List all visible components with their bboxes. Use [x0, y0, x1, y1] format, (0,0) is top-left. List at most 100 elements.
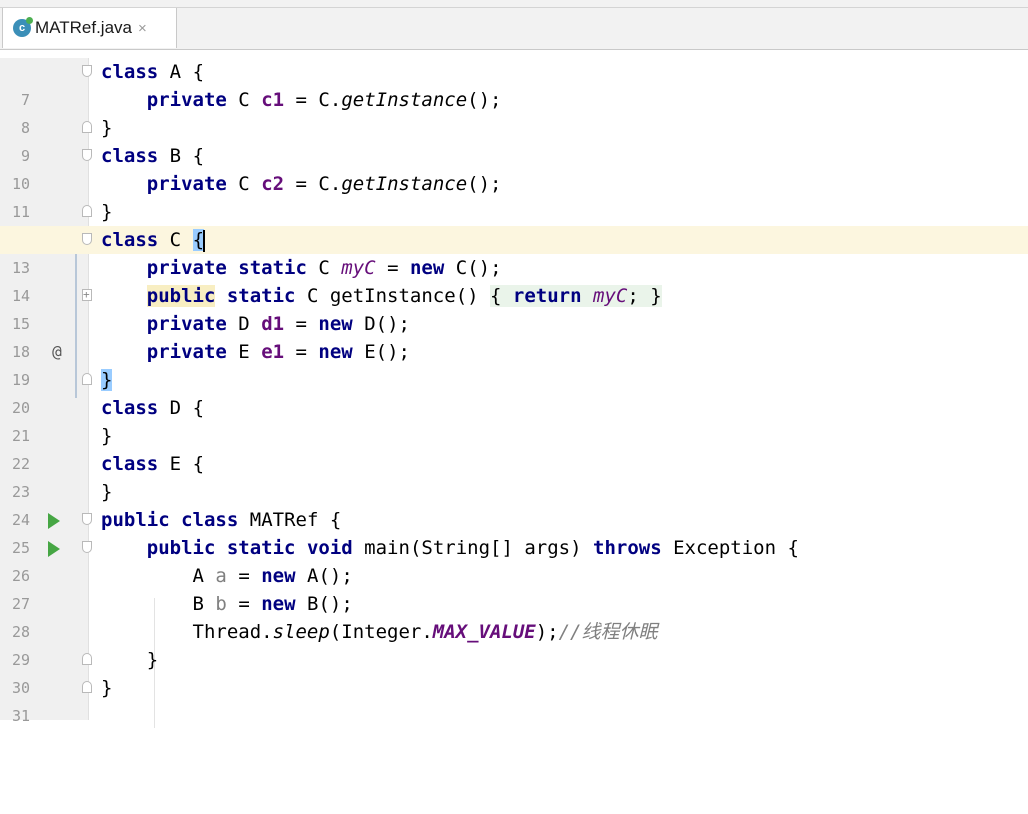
fold-marker[interactable]: [82, 205, 92, 217]
code-line[interactable]: 11 private C c2 = C.getInstance();: [0, 170, 1028, 221]
brace: {: [192, 61, 205, 83]
keyword: new: [261, 593, 296, 615]
call-parens: ();: [375, 341, 410, 363]
operator: =: [284, 173, 319, 195]
code-line[interactable]: 19 private E e1 = new E();: [0, 338, 1028, 389]
field-name: e1: [261, 341, 285, 363]
folded-region[interactable]: { return myC; }: [490, 285, 662, 307]
code-line[interactable]: 14 private static C myC = new C();: [0, 254, 1028, 305]
type-name: Exception: [673, 537, 777, 559]
brace: {: [329, 509, 342, 531]
class-name: D: [169, 397, 182, 419]
editor-tab-bar: c MATRef.java ×: [0, 0, 1028, 50]
keyword: class: [101, 145, 159, 167]
type-name: A: [306, 565, 319, 587]
java-class-icon: c: [13, 17, 33, 37]
type-name: C: [455, 257, 468, 279]
fold-marker[interactable]: [82, 541, 92, 553]
keyword: void: [306, 537, 353, 559]
close-icon[interactable]: ×: [138, 20, 147, 37]
run-icon[interactable]: [48, 541, 60, 557]
type-name: C: [318, 173, 330, 195]
brace: {: [192, 397, 205, 419]
code-line[interactable]: 24 }: [0, 478, 1028, 529]
keyword: private: [146, 257, 227, 279]
operator: =: [284, 313, 319, 335]
code-line-current[interactable]: 13 class C {: [0, 226, 1028, 277]
fold-expand-icon[interactable]: [82, 281, 92, 309]
fold-marker[interactable]: [82, 233, 92, 245]
brace: {: [787, 537, 799, 559]
keyword: new: [318, 341, 353, 363]
unused-variable: a: [215, 565, 227, 587]
fold-marker[interactable]: [82, 681, 92, 693]
operator: =: [226, 565, 262, 587]
call-parens: ();: [467, 257, 502, 279]
class-name: E: [169, 453, 182, 475]
text-caret: [203, 229, 206, 252]
code-editor[interactable]: 7 class A { 8 private C c1 = C.getInstan…: [0, 58, 1028, 728]
type-name: C: [318, 257, 330, 279]
code-line[interactable]: 25 public class MATRef {: [0, 506, 1028, 557]
keyword: class: [101, 229, 159, 251]
brace: }: [101, 481, 113, 503]
code-line[interactable]: 29 Thread.sleep(Integer.MAX_VALUE);//线程休…: [0, 618, 1028, 669]
keyword: private: [146, 341, 227, 363]
keyword: public: [146, 285, 216, 307]
fold-marker[interactable]: [82, 373, 92, 385]
keyword: class: [101, 397, 159, 419]
code-line[interactable]: 10 class B {: [0, 142, 1028, 193]
constant: MAX_VALUE: [432, 621, 536, 643]
static-field-name: myC: [593, 285, 628, 307]
code-line[interactable]: 28 B b = new B();: [0, 590, 1028, 641]
code-line[interactable]: 18 private D d1 = new D();: [0, 310, 1028, 361]
code-line[interactable]: 30 }: [0, 646, 1028, 697]
brace: }: [146, 649, 159, 671]
class-ref: Thread.: [192, 621, 273, 643]
code-line[interactable]: 15 @ public static C getInstance() { ret…: [0, 281, 1028, 361]
fold-marker[interactable]: [82, 513, 92, 525]
parameter: String[] args: [421, 537, 571, 559]
fold-marker[interactable]: [82, 65, 92, 77]
field-name: d1: [261, 313, 285, 335]
type-name: B: [306, 593, 319, 615]
code-line[interactable]: 20 }: [0, 366, 1028, 417]
keyword: throws: [593, 537, 662, 559]
method-name: getInstance: [329, 285, 456, 307]
keyword: class: [101, 453, 159, 475]
keyword: class: [181, 509, 239, 531]
tab-matref-java[interactable]: c MATRef.java ×: [2, 8, 177, 48]
run-icon[interactable]: [48, 513, 60, 529]
keyword: public: [146, 537, 216, 559]
keyword: new: [261, 565, 296, 587]
code-line[interactable]: 22 }: [0, 422, 1028, 473]
keyword: static: [226, 537, 296, 559]
code-line[interactable]: 12 }: [0, 198, 1028, 249]
keyword: static: [226, 285, 296, 307]
keyword: private: [146, 313, 227, 335]
code-line[interactable]: 23 class E {: [0, 450, 1028, 501]
matched-brace: }: [101, 369, 113, 391]
class-name: C: [169, 229, 182, 251]
type-name: B: [192, 593, 204, 615]
code-line[interactable]: 27 A a = new A();: [0, 562, 1028, 613]
brace: }: [101, 677, 113, 699]
fold-marker[interactable]: [82, 121, 92, 133]
code-line[interactable]: 7 class A {: [0, 58, 1028, 109]
class-name: A: [169, 61, 182, 83]
code-line[interactable]: 8 private C c1 = C.getInstance();: [0, 86, 1028, 137]
code-line[interactable]: 31 }: [0, 674, 1028, 725]
operator: =: [284, 341, 319, 363]
fold-marker[interactable]: [82, 149, 92, 161]
code-line[interactable]: 26 public static void main(String[] args…: [0, 534, 1028, 585]
method-call: getInstance: [341, 173, 468, 195]
call-parens: ();: [318, 593, 353, 615]
code-line[interactable]: 9 }: [0, 114, 1028, 165]
code-line[interactable]: 21 class D {: [0, 394, 1028, 445]
type-name: C: [238, 89, 250, 111]
type-name: E: [364, 341, 376, 363]
fold-marker[interactable]: [82, 653, 92, 665]
method-call: sleep: [272, 621, 330, 643]
type-name: D: [364, 313, 376, 335]
class-name: MATRef: [249, 509, 319, 531]
